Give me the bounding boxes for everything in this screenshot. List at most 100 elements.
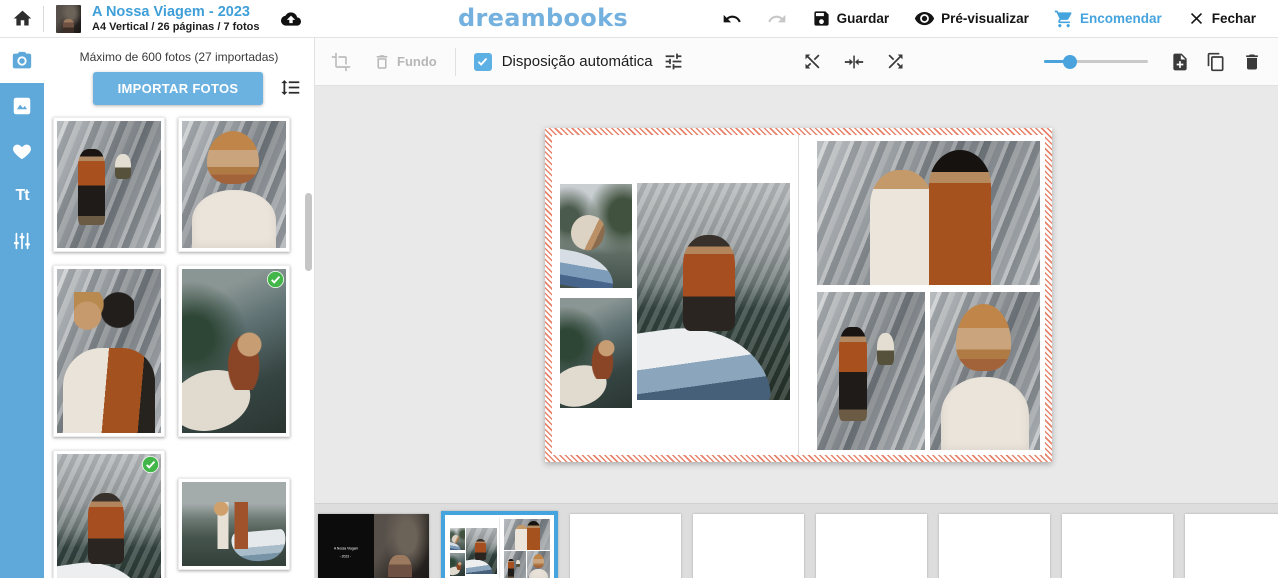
main-area: Tt Máximo de 600 fotos (27 importadas) I…: [0, 38, 1278, 578]
photo-card-boat-couple[interactable]: [178, 478, 290, 570]
mini-photo-woman-in-boat: [450, 528, 465, 550]
filmstrip-blank-page[interactable]: [816, 514, 927, 578]
mini-photo-boat-man: [466, 528, 498, 574]
close-button[interactable]: Fechar: [1181, 5, 1262, 32]
photo-card-rocks-man[interactable]: [53, 117, 165, 252]
crop-icon[interactable]: [331, 52, 351, 72]
cart-icon: [1054, 9, 1074, 29]
photo-boat-man[interactable]: [637, 183, 790, 400]
filmstrip-blank-page[interactable]: [570, 514, 681, 578]
sort-photos-icon[interactable]: [280, 77, 301, 101]
photo-rocks-man[interactable]: [817, 292, 925, 450]
delete-pages-icon[interactable]: [1242, 52, 1262, 72]
adjustments-icon: [11, 230, 33, 252]
shuffle-layout-icon[interactable]: [885, 51, 906, 72]
sidebar-rail: Tt: [0, 38, 44, 578]
used-check-badge: [267, 271, 284, 288]
merge-pages-icon[interactable]: [843, 51, 865, 73]
save-icon: [812, 9, 831, 28]
mini-photo-woman-hat: [527, 551, 550, 578]
cover-front: [374, 514, 430, 578]
filmstrip-current-spread[interactable]: [441, 511, 558, 578]
auto-layout-settings-icon[interactable]: [663, 51, 684, 72]
filmstrip-blank-page[interactable]: [1062, 514, 1173, 578]
photobook-editor: A Nossa Viagem - 2023 A4 Vertical / 26 p…: [0, 0, 1278, 578]
photo-card-selfie-couple[interactable]: [53, 265, 165, 437]
copy-pages-icon[interactable]: [1206, 52, 1226, 72]
images-icon: [11, 95, 33, 117]
redo-icon: [767, 9, 787, 29]
order-label: Encomendar: [1080, 11, 1162, 26]
cloud-sync-icon[interactable]: [278, 9, 304, 29]
right-page[interactable]: [799, 135, 1045, 455]
filmstrip-blank-page[interactable]: [939, 514, 1050, 578]
mini-photo-lake-woman: [450, 553, 465, 576]
photo-library-panel: Máximo de 600 fotos (27 importadas) IMPO…: [44, 38, 315, 578]
photo-couple-portrait[interactable]: [817, 141, 1040, 285]
close-icon: [1187, 9, 1206, 28]
camera-icon: [11, 50, 33, 72]
photo-woman-hat: [182, 121, 286, 248]
save-label: Guardar: [837, 11, 890, 26]
preview-button[interactable]: Pré-visualizar: [908, 4, 1035, 33]
photo-grid: [53, 117, 314, 578]
background-button[interactable]: Fundo: [373, 53, 437, 71]
sidebar-tab-favorites[interactable]: [0, 128, 44, 173]
zoom-slider-thumb[interactable]: [1063, 55, 1077, 69]
toolbar-divider: [455, 48, 456, 76]
cover-back: A Nossa Viagem- 2023 -: [318, 514, 374, 578]
photo-boat-couple: [182, 482, 286, 566]
header-actions: Guardar Pré-visualizar Encomendar Fechar: [716, 4, 1262, 33]
swap-photos-icon[interactable]: [802, 51, 823, 72]
sidebar-tab-layouts[interactable]: [0, 83, 44, 128]
page-tools: [1170, 52, 1262, 72]
preview-label: Pré-visualizar: [941, 11, 1029, 26]
photo-card-woman-hat[interactable]: [178, 117, 290, 252]
photo-woman-hat[interactable]: [930, 292, 1040, 450]
panel-scrollbar-thumb[interactable]: [305, 193, 312, 271]
save-button[interactable]: Guardar: [806, 5, 896, 32]
photo-lake-woman[interactable]: [560, 298, 632, 408]
photo-selfie-couple: [57, 269, 161, 433]
photo-card-lake-woman[interactable]: [178, 265, 290, 437]
undo-button[interactable]: [716, 5, 748, 33]
work-area: Fundo Disposição automática: [315, 38, 1278, 578]
mini-spread: [448, 518, 551, 578]
import-photos-button[interactable]: IMPORTAR FOTOS: [93, 72, 263, 105]
filmstrip-blank-page[interactable]: [1185, 514, 1278, 578]
undo-icon: [722, 9, 742, 29]
sidebar-tab-photos[interactable]: [0, 38, 44, 83]
home-icon[interactable]: [12, 8, 33, 29]
heart-icon: [11, 140, 33, 162]
layout-tools: [802, 51, 906, 73]
add-page-icon[interactable]: [1170, 52, 1190, 72]
auto-layout-label: Disposição automática: [502, 53, 653, 70]
auto-layout-checkbox[interactable]: [474, 53, 492, 71]
zoom-slider-track[interactable]: [1044, 60, 1148, 63]
header-divider: [43, 6, 44, 32]
photo-column-1: [53, 117, 165, 578]
photo-card-boat-man[interactable]: [53, 450, 165, 578]
mini-page-left: [448, 518, 500, 578]
photo-rocks-man: [57, 121, 161, 248]
filmstrip-blank-page[interactable]: [693, 514, 804, 578]
photo-woman-in-boat[interactable]: [560, 184, 632, 288]
filmstrip-cover-thumb[interactable]: A Nossa Viagem- 2023 -: [318, 514, 429, 578]
dreambooks-logo: dreambooks: [458, 4, 628, 32]
eye-icon: [914, 8, 935, 29]
project-subtitle: A4 Vertical / 26 páginas / 7 fotos: [92, 21, 260, 34]
project-title: A Nossa Viagem - 2023: [92, 4, 260, 21]
left-page[interactable]: [552, 135, 799, 455]
order-button[interactable]: Encomendar: [1048, 5, 1168, 33]
sidebar-tab-settings[interactable]: [0, 218, 44, 263]
library-actions: IMPORTAR FOTOS: [93, 72, 314, 105]
used-check-badge: [142, 456, 159, 473]
mini-page-right: [500, 518, 551, 578]
header: A Nossa Viagem - 2023 A4 Vertical / 26 p…: [0, 0, 1278, 38]
trash-outline-icon: [373, 53, 391, 71]
photo-lake-woman: [182, 269, 286, 433]
redo-button[interactable]: [761, 5, 793, 33]
canvas-toolbar: Fundo Disposição automática: [315, 38, 1278, 86]
sidebar-tab-text[interactable]: Tt: [0, 173, 44, 218]
project-titles: A Nossa Viagem - 2023 A4 Vertical / 26 p…: [92, 4, 260, 33]
